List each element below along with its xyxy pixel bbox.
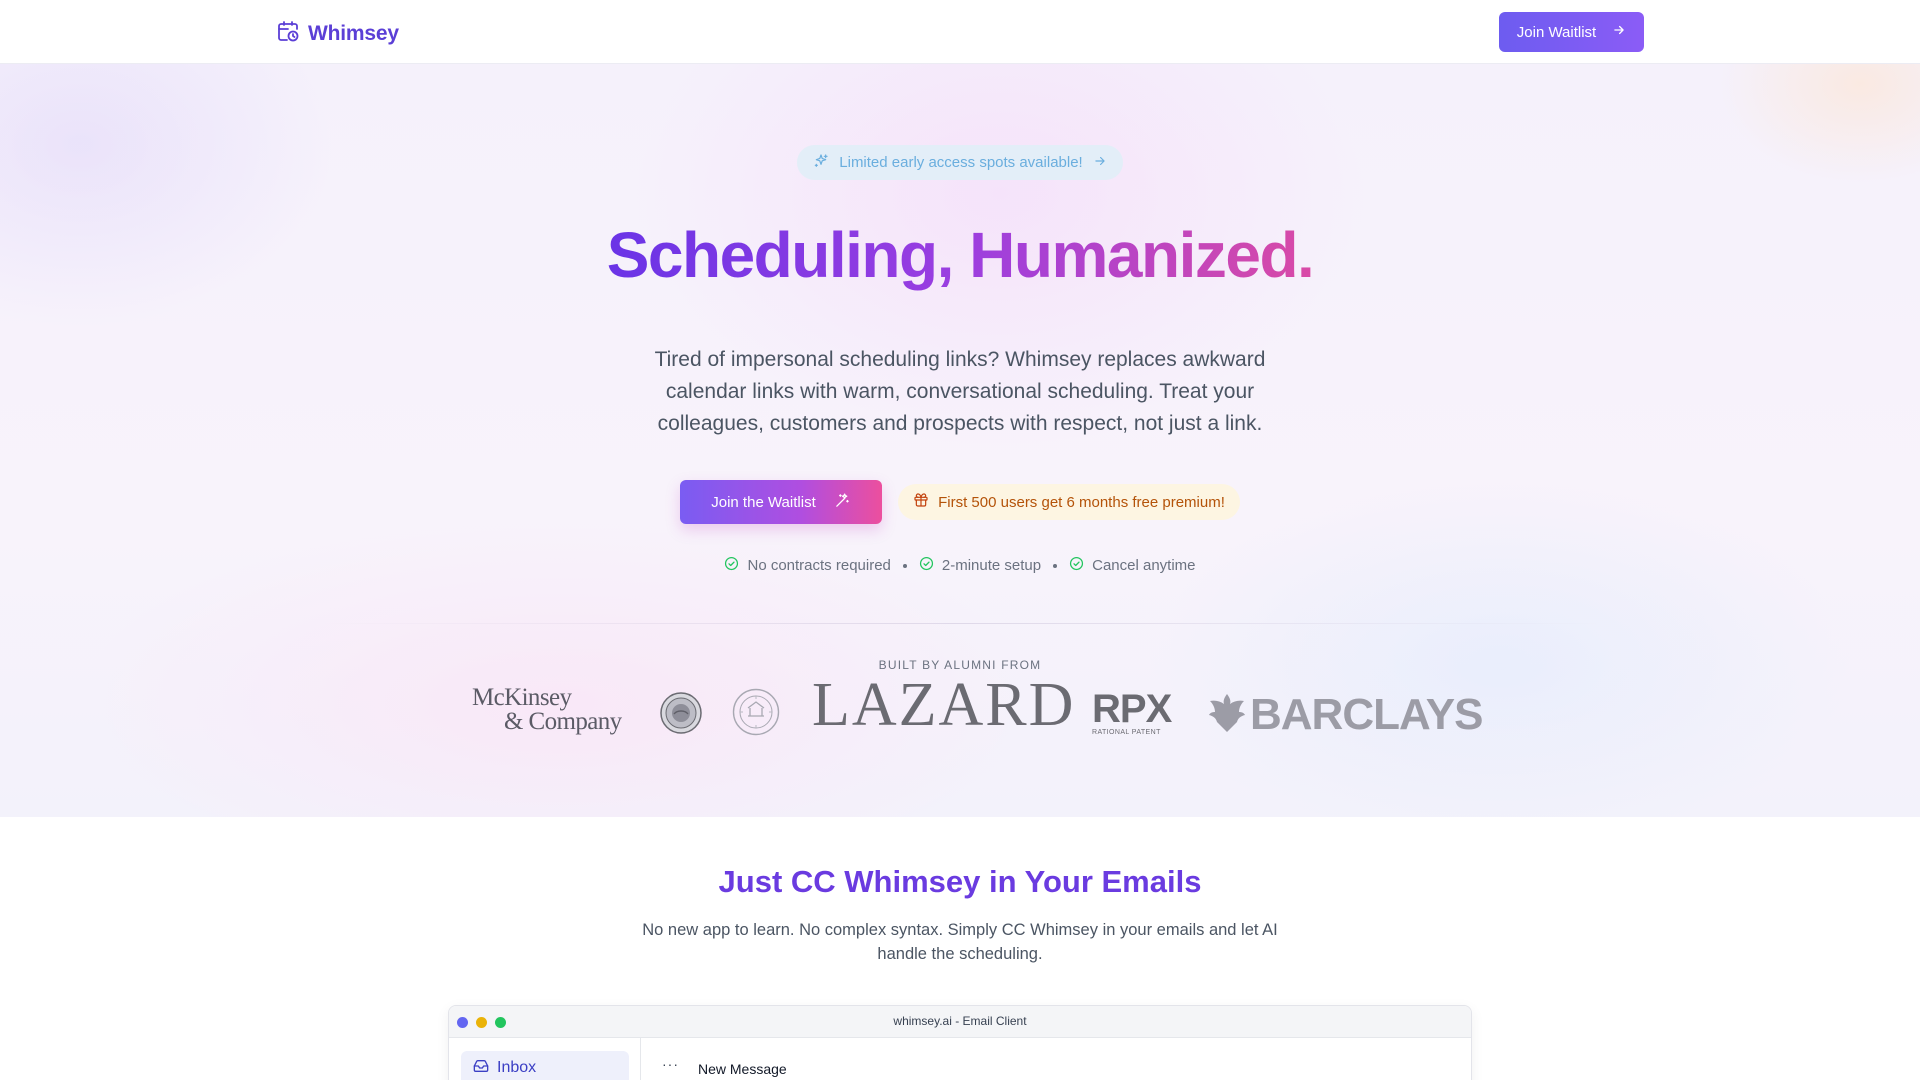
sidebar-item-inbox[interactable]: Inbox — [461, 1051, 629, 1080]
inbox-icon — [473, 1058, 489, 1079]
mckinsey-logo-line1: McKinsey — [472, 684, 572, 711]
early-access-pill[interactable]: Limited early access spots available! — [797, 145, 1123, 180]
eagle-icon — [1208, 692, 1246, 739]
feature-text: No contracts required — [747, 557, 891, 574]
sidebar-item-label: Inbox — [497, 1059, 537, 1076]
hero-section: Limited early access spots available! Sc… — [0, 64, 1920, 817]
separator-dot — [902, 563, 907, 568]
join-waitlist-nav-button[interactable]: Join Waitlist — [1499, 12, 1644, 52]
join-waitlist-nav-label: Join Waitlist — [1516, 23, 1597, 41]
arrow-right-icon — [1612, 23, 1626, 41]
feature-item: 2-minute setup — [919, 556, 1041, 575]
more-options-button[interactable]: ··· — [662, 1056, 679, 1072]
join-the-waitlist-button[interactable]: Join the Waitlist — [680, 480, 882, 524]
section-divider — [320, 623, 1600, 624]
alumni-label: BUILT BY ALUMNI FROM — [878, 658, 1042, 672]
hero-subtitle: Tired of impersonal scheduling links? Wh… — [654, 348, 1266, 435]
barclays-logo-text: BARCLAYS — [1250, 690, 1483, 739]
window-title-bar: whimsey.ai - Email Client — [449, 1006, 1471, 1038]
hero-title-text: Scheduling, Humanized. — [606, 219, 1315, 291]
join-the-waitlist-label: Join the Waitlist — [711, 493, 816, 511]
email-client-window: whimsey.ai - Email Client Inbox ··· New … — [448, 1005, 1472, 1080]
section-title: Just CC Whimsey in Your Emails — [718, 864, 1202, 899]
compose-pane: ··· New Message — [642, 1038, 1471, 1080]
separator-dot — [1053, 563, 1058, 568]
brand-logo[interactable]: Whimsey — [276, 19, 399, 48]
lazard-logo: LAZARD — [812, 671, 1076, 739]
brand-name: Whimsey — [308, 21, 399, 45]
check-circle-icon — [919, 556, 934, 575]
window-title: whimsey.ai - Email Client — [893, 1014, 1027, 1028]
rpx-logo: RPX RATIONAL PATENT — [1092, 689, 1182, 736]
feature-list: No contracts required 2-minute setup Can… — [0, 556, 1920, 575]
top-navbar: Whimsey Join Waitlist — [0, 0, 1920, 64]
early-access-text: Limited early access spots available! — [839, 154, 1083, 171]
check-circle-icon — [724, 556, 739, 575]
gift-icon — [913, 492, 929, 512]
arrow-right-icon — [1093, 154, 1107, 172]
check-circle-icon — [1069, 556, 1084, 575]
promo-badge: First 500 users get 6 months free premiu… — [898, 484, 1240, 520]
federal-reserve-seal-logo — [660, 692, 702, 739]
feature-text: Cancel anytime — [1092, 557, 1196, 574]
rpx-logo-text: RPX — [1092, 687, 1172, 731]
hero-title: Scheduling, Humanized. — [0, 218, 1920, 292]
calendar-clock-icon — [276, 19, 300, 48]
magic-wand-icon — [834, 492, 851, 513]
promo-text: First 500 users get 6 months free premiu… — [938, 493, 1225, 511]
section-subtitle: No new app to learn. No complex syntax. … — [642, 921, 1278, 963]
sparkle-icon — [813, 153, 829, 173]
feature-item: No contracts required — [724, 556, 891, 575]
barclays-logo: BARCLAYS — [1208, 690, 1483, 740]
feature-text: 2-minute setup — [941, 557, 1042, 574]
feature-item: Cancel anytime — [1069, 556, 1196, 575]
compose-title: New Message — [698, 1061, 787, 1077]
email-sidebar: Inbox — [449, 1038, 641, 1080]
mckinsey-logo-line2: & Company — [504, 708, 622, 735]
mckinsey-logo: McKinsey & Company — [472, 684, 632, 735]
emory-university-seal-logo — [732, 688, 780, 741]
